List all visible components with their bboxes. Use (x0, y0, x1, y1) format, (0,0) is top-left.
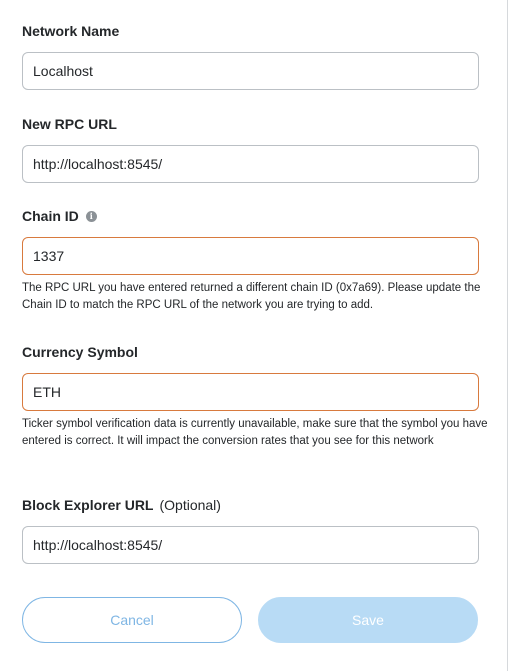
info-icon[interactable]: i (85, 210, 97, 222)
chain-id-warning: The RPC URL you have entered returned a … (22, 282, 481, 311)
rpc-url-input[interactable] (22, 145, 479, 183)
chain-id-label-text: Chain ID (22, 208, 79, 224)
rpc-url-label: New RPC URL (22, 116, 117, 132)
network-name-label: Network Name (22, 23, 119, 39)
cancel-button-label: Cancel (110, 612, 154, 628)
chain-id-label: Chain ID i (22, 208, 97, 224)
cancel-button[interactable]: Cancel (22, 597, 242, 643)
network-name-input[interactable] (22, 52, 479, 90)
block-explorer-label-text: Block Explorer URL (22, 497, 154, 513)
network-name-label-text: Network Name (22, 23, 120, 39)
save-button[interactable]: Save (258, 597, 478, 643)
currency-symbol-warning: Ticker symbol verification data is curre… (22, 418, 488, 447)
currency-symbol-label: Currency Symbol (22, 344, 138, 360)
panel-divider (507, 0, 508, 671)
currency-symbol-label-text: Currency Symbol (22, 344, 138, 360)
chain-id-input[interactable] (22, 237, 479, 275)
block-explorer-label: Block Explorer URL (Optional) (22, 497, 221, 513)
rpc-url-label-text: New RPC URL (22, 116, 117, 132)
currency-symbol-input[interactable] (22, 373, 479, 411)
optional-tag: (Optional) (159, 497, 221, 513)
block-explorer-input[interactable] (22, 526, 479, 564)
save-button-label: Save (352, 612, 384, 628)
